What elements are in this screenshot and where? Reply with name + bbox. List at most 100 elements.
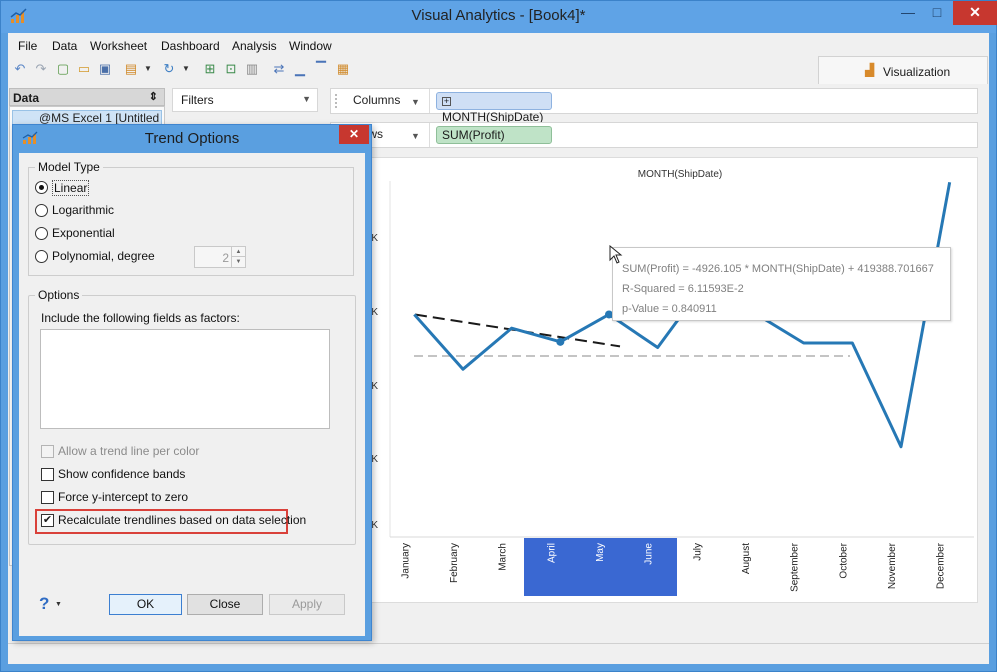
chart-title: MONTH(ShipDate)	[638, 169, 722, 180]
x-tick-label: November	[887, 542, 898, 589]
apply-button: Apply	[269, 594, 345, 615]
menu-bar: File Data Worksheet Dashboard Analysis W…	[8, 36, 989, 56]
redo-icon[interactable]: ↷	[32, 60, 50, 78]
dialog-body: Model Type Linear Logarithmic Exponentia…	[19, 153, 365, 636]
checkbox-force-intercept[interactable]	[41, 491, 54, 504]
fit-icon[interactable]: ▦	[334, 60, 352, 78]
close-window-button[interactable]: ✕	[953, 1, 997, 25]
tooltip-equation: SUM(Profit) = -4926.105 * MONTH(ShipDate…	[622, 263, 934, 275]
columns-label: Columns	[353, 93, 401, 107]
degree-stepper[interactable]: 2 ▲ ▼	[194, 246, 246, 268]
new-sheet-icon[interactable]: ▢	[54, 60, 72, 78]
maximize-button[interactable]: □	[923, 1, 951, 25]
checkbox-trend-per-color-label: Allow a trend line per color	[58, 444, 200, 458]
ok-button[interactable]: OK	[109, 594, 182, 615]
close-button[interactable]: Close	[187, 594, 263, 615]
radio-polynomial-label[interactable]: Polynomial, degree	[52, 249, 155, 263]
minimize-button[interactable]: —	[894, 1, 922, 25]
sort-ascending-icon[interactable]: ▁	[291, 60, 309, 78]
rows-shelf[interactable]: Rows ▼	[330, 122, 978, 148]
rows-pill[interactable]: SUM(Profit)	[436, 126, 552, 144]
data-pane-title: Data	[13, 91, 40, 105]
new-worksheet-icon[interactable]: ⊞	[201, 60, 219, 78]
grip-icon	[335, 94, 349, 108]
checkbox-confidence-bands-label[interactable]: Show confidence bands	[58, 467, 185, 481]
open-folder-icon[interactable]: ▭	[75, 60, 93, 78]
chevron-down-icon[interactable]: ▼	[177, 60, 195, 78]
menu-window[interactable]: Window	[289, 39, 332, 53]
options-legend: Options	[35, 288, 83, 302]
window-title: Visual Analytics - [Book4]*	[411, 7, 586, 24]
checkbox-force-intercept-label[interactable]: Force y-intercept to zero	[58, 490, 188, 504]
clear-sheet-icon[interactable]: ▥	[243, 60, 261, 78]
trend-options-dialog: Trend Options ✕ Model Type Linear Logari…	[12, 124, 372, 641]
menu-file[interactable]: File	[18, 39, 37, 53]
status-bar	[8, 643, 989, 663]
radio-polynomial[interactable]	[35, 250, 48, 263]
trend-tooltip: SUM(Profit) = -4926.105 * MONTH(ShipDate…	[612, 247, 951, 321]
radio-exponential-label[interactable]: Exponential	[52, 226, 115, 240]
undo-icon[interactable]: ↶	[11, 60, 29, 78]
radio-linear-label[interactable]: Linear	[52, 180, 90, 196]
divider	[429, 89, 430, 113]
line-chart[interactable]: MONTH(ShipDate)K0KK0K0KJanuaryFebruaryMa…	[330, 157, 978, 603]
x-tick-label: August	[741, 543, 752, 574]
tooltip-r-squared: R-Squared = 6.11593E-2	[622, 283, 744, 295]
visualization-tab-label: Visualization	[883, 65, 951, 79]
chevron-down-icon[interactable]: ▼	[302, 94, 311, 104]
filters-shelf[interactable]: Filters ▼	[172, 88, 318, 112]
title-bar: Visual Analytics - [Book4]* — □ ✕	[1, 1, 997, 33]
x-tick-label: April	[546, 543, 557, 563]
visualization-tab[interactable]: ▟ Visualization	[818, 56, 988, 84]
divider	[429, 123, 430, 147]
filters-label: Filters	[181, 93, 214, 107]
degree-value: 2	[222, 251, 229, 265]
checkbox-confidence-bands[interactable]	[41, 468, 54, 481]
dialog-close-button[interactable]: ✕	[339, 125, 369, 144]
duplicate-sheet-icon[interactable]: ⊡	[222, 60, 240, 78]
refresh-icon[interactable]: ↻	[160, 60, 178, 78]
radio-linear[interactable]	[35, 181, 48, 194]
menu-dashboard[interactable]: Dashboard	[161, 39, 220, 53]
chevron-down-icon[interactable]: ▼	[139, 60, 157, 78]
menu-data[interactable]: Data	[52, 39, 77, 53]
columns-pill[interactable]: +MONTH(ShipDate)	[436, 92, 552, 124]
y-tick-label: K	[371, 381, 378, 392]
swap-icon[interactable]: ⇄	[270, 60, 288, 78]
include-fields-label: Include the following fields as factors:	[41, 311, 240, 325]
dialog-title: Trend Options	[144, 130, 240, 147]
expand-icon[interactable]: +	[442, 97, 451, 107]
x-tick-label: March	[498, 543, 509, 571]
radio-logarithmic-label[interactable]: Logarithmic	[52, 203, 114, 217]
chevron-down-icon[interactable]: ▼	[55, 601, 62, 608]
checkbox-trend-per-color	[41, 445, 54, 458]
radio-logarithmic[interactable]	[35, 204, 48, 217]
columns-shelf[interactable]: Columns ▼	[330, 88, 978, 114]
model-type-legend: Model Type	[35, 160, 103, 174]
help-icon[interactable]: ?	[39, 594, 49, 614]
x-tick-label: September	[790, 542, 801, 592]
mouse-cursor-icon	[609, 245, 623, 264]
checkbox-recalculate-trendlines[interactable]: ✔	[41, 514, 54, 527]
tooltip-p-value: p-Value = 0.840911	[622, 303, 717, 315]
x-tick-label: June	[644, 543, 655, 565]
sort-icon[interactable]: ⇕	[149, 90, 158, 103]
x-tick-label: May	[595, 543, 606, 562]
x-tick-label: October	[838, 542, 849, 578]
checkbox-recalculate-trendlines-label[interactable]: Recalculate trendlines based on data sel…	[58, 513, 306, 527]
factor-fields-list[interactable]	[40, 329, 330, 429]
y-tick-label: K	[371, 233, 378, 244]
save-icon[interactable]: ▣	[96, 60, 114, 78]
add-datasource-icon[interactable]: ▤	[122, 60, 140, 78]
radio-exponential[interactable]	[35, 227, 48, 240]
menu-analysis[interactable]: Analysis	[232, 39, 277, 53]
stepper-up-icon[interactable]: ▲	[231, 247, 245, 257]
rows-pill-label: SUM(Profit)	[442, 128, 505, 142]
chevron-down-icon[interactable]: ▼	[411, 97, 420, 107]
menu-worksheet[interactable]: Worksheet	[90, 39, 147, 53]
sort-descending-icon[interactable]: ▔	[312, 60, 330, 78]
x-tick-label: July	[692, 543, 703, 561]
chevron-down-icon[interactable]: ▼	[411, 131, 420, 141]
dialog-title-bar[interactable]: Trend Options ✕	[13, 125, 371, 153]
stepper-down-icon[interactable]: ▼	[231, 257, 245, 267]
